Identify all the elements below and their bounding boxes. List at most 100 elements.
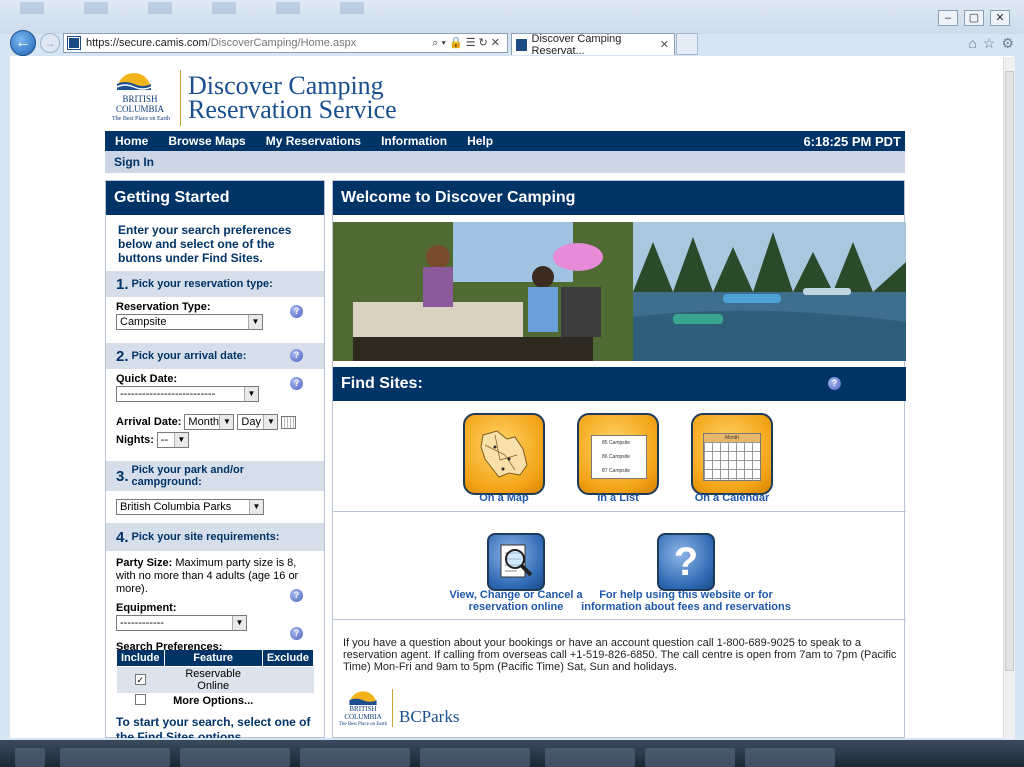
- bc-line2: COLUMBIA: [115, 104, 164, 114]
- sign-in-link[interactable]: Sign In: [114, 155, 154, 169]
- step-1-header: 1. Pick your reservation type:: [106, 271, 324, 297]
- site-title-line2: Reservation Service: [188, 95, 397, 124]
- new-tab-button[interactable]: [676, 33, 698, 55]
- taskbar-item[interactable]: [420, 748, 530, 767]
- arrival-month-value: Month: [188, 416, 219, 428]
- home-icon[interactable]: ⌂: [968, 35, 976, 52]
- getting-started-footer: To start your search, select one of the …: [116, 715, 311, 738]
- taskbar-item[interactable]: [645, 748, 735, 767]
- calendar-picker-icon[interactable]: [281, 415, 297, 429]
- help-find-sites-icon[interactable]: ?: [828, 377, 841, 390]
- getting-started-intro: Enter your search preferences below and …: [118, 223, 292, 265]
- menu-my-reservations[interactable]: My Reservations: [256, 134, 371, 148]
- chevron-down-icon: ▼: [249, 500, 263, 514]
- quick-date-select[interactable]: -------------------------- ▼: [116, 386, 259, 402]
- clock: 6:18:25 PM PDT: [803, 133, 901, 149]
- find-on-map-label[interactable]: On a Map: [439, 492, 569, 504]
- address-url[interactable]: https://secure.camis.com/DiscoverCamping…: [86, 37, 432, 49]
- more-options-link[interactable]: More Options...: [164, 693, 263, 709]
- bcparks-logo[interactable]: BRITISH COLUMBIA The Best Place on Earth …: [337, 687, 477, 731]
- menu-information[interactable]: Information: [371, 134, 457, 148]
- help-info-line2: information about fees and reservations: [581, 601, 791, 613]
- include-reservable-checkbox[interactable]: ✓: [134, 674, 146, 685]
- step-2-number: 2.: [116, 347, 129, 365]
- maximize-button[interactable]: ▢: [964, 10, 984, 26]
- taskbar-item[interactable]: [300, 748, 410, 767]
- find-on-calendar-label[interactable]: On a Calendar: [667, 492, 797, 504]
- nights-select[interactable]: -- ▼: [156, 432, 189, 448]
- chevron-down-icon: ▼: [244, 387, 258, 401]
- menu-browse-maps[interactable]: Browse Maps: [158, 134, 255, 148]
- park-select[interactable]: British Columbia Parks ▼: [116, 499, 264, 515]
- find-in-list-button[interactable]: 85 Campsite 86 Campsite 87 Campsite: [577, 413, 659, 495]
- find-on-calendar-button[interactable]: Month: [691, 413, 773, 495]
- camping-banner-image: [333, 222, 906, 361]
- view-reservation-button[interactable]: [487, 533, 545, 591]
- help-search-preferences-icon[interactable]: ?: [290, 627, 303, 640]
- taskbar-item[interactable]: [60, 748, 170, 767]
- help-reservation-type-icon[interactable]: ?: [290, 305, 303, 318]
- vertical-scrollbar[interactable]: [1003, 57, 1015, 739]
- help-info-label[interactable]: For help using this website or for inform…: [581, 589, 791, 613]
- quick-date-value: --------------------------: [120, 388, 216, 400]
- find-sites-header: Find Sites: ?: [333, 367, 906, 401]
- menu-help[interactable]: Help: [457, 134, 503, 148]
- address-bar[interactable]: https://secure.camis.com/DiscoverCamping…: [63, 33, 508, 53]
- arrival-day-select[interactable]: Day ▼: [237, 414, 279, 430]
- taskbar-item[interactable]: [180, 748, 290, 767]
- bcparks-bc-line2: COLUMBIA: [344, 713, 382, 721]
- scrollbar-thumb[interactable]: [1005, 71, 1014, 671]
- step-1-number: 1.: [116, 275, 129, 293]
- help-equipment-icon[interactable]: ?: [290, 589, 303, 602]
- chevron-down-icon: ▼: [248, 315, 262, 329]
- find-on-map-button[interactable]: [463, 413, 545, 495]
- minimize-button[interactable]: –: [938, 10, 958, 26]
- help-arrival-date-icon[interactable]: ?: [290, 349, 303, 362]
- equipment-label: Equipment:: [116, 602, 177, 614]
- arrival-month-select[interactable]: Month ▼: [184, 414, 235, 430]
- party-size-info: Party Size: Maximum party size is 8, wit…: [116, 557, 314, 596]
- site-logo[interactable]: BRITISH COLUMBIA The Best Place on Earth …: [105, 66, 405, 128]
- chevron-down-icon: ▼: [173, 433, 188, 447]
- search-preferences-table: Include Feature Exclude ✓ Reservable Onl…: [116, 649, 315, 709]
- close-tab-icon[interactable]: ✕: [660, 38, 669, 51]
- list-preview-row-1: 85 Campsite: [602, 440, 631, 446]
- view-reservation-label[interactable]: View, Change or Cancel a reservation onli…: [441, 589, 591, 613]
- page-viewport: BRITISH COLUMBIA The Best Place on Earth …: [10, 56, 1014, 738]
- close-window-button[interactable]: ✕: [990, 10, 1010, 26]
- equipment-select[interactable]: ------------ ▼: [116, 615, 247, 631]
- calendar-preview-month: Month: [704, 434, 760, 442]
- taskbar-item[interactable]: [545, 748, 635, 767]
- url-path: /DiscoverCamping/Home.aspx: [207, 37, 357, 49]
- signin-bar: Sign In: [105, 151, 905, 173]
- taskbar-thumbnails: [20, 2, 364, 14]
- welcome-panel: Welcome to Discover Camping Find Sites: …: [332, 180, 906, 738]
- browser-tab[interactable]: Discover Camping Reservat... ✕: [511, 32, 675, 57]
- site-title: Discover Camping Reservation Service: [188, 73, 397, 124]
- address-tools-icons[interactable]: ⌕▾🔒☰↻✕: [432, 36, 507, 50]
- bc-map-icon: [480, 430, 528, 478]
- bc-slogan: The Best Place on Earth: [112, 116, 170, 122]
- start-button[interactable]: [15, 748, 45, 767]
- getting-started-title: Getting Started: [106, 181, 324, 215]
- help-info-button[interactable]: ?: [657, 533, 715, 591]
- browser-window: – ▢ ✕ ← → https://secure.camis.com/Disco…: [0, 0, 1024, 767]
- favorites-star-icon[interactable]: ☆: [983, 35, 996, 52]
- settings-gear-icon[interactable]: ⚙: [1001, 35, 1014, 52]
- nights-label: Nights:: [116, 434, 154, 446]
- forward-arrow-icon[interactable]: →: [40, 33, 60, 53]
- search-preferences-label: Search Preferences:: [116, 641, 223, 653]
- include-more-options-checkbox[interactable]: [134, 694, 146, 705]
- tab-title: Discover Camping Reservat...: [531, 32, 622, 57]
- back-arrow-icon[interactable]: ←: [10, 30, 36, 56]
- menu-home[interactable]: Home: [105, 134, 158, 148]
- taskbar-item[interactable]: [745, 748, 835, 767]
- call-centre-info: If you have a question about your bookin…: [343, 637, 897, 673]
- find-in-list-label[interactable]: In a List: [553, 492, 683, 504]
- arrival-date-label: Arrival Date:: [116, 416, 182, 428]
- reservation-type-label: Reservation Type:: [116, 301, 211, 313]
- reservation-type-select[interactable]: Campsite ▼: [116, 314, 263, 330]
- url-domain: https://secure.camis.com: [86, 37, 208, 49]
- browser-navigation: ← → https://secure.camis.com/DiscoverCam…: [0, 28, 1024, 57]
- help-quick-date-icon[interactable]: ?: [290, 377, 303, 390]
